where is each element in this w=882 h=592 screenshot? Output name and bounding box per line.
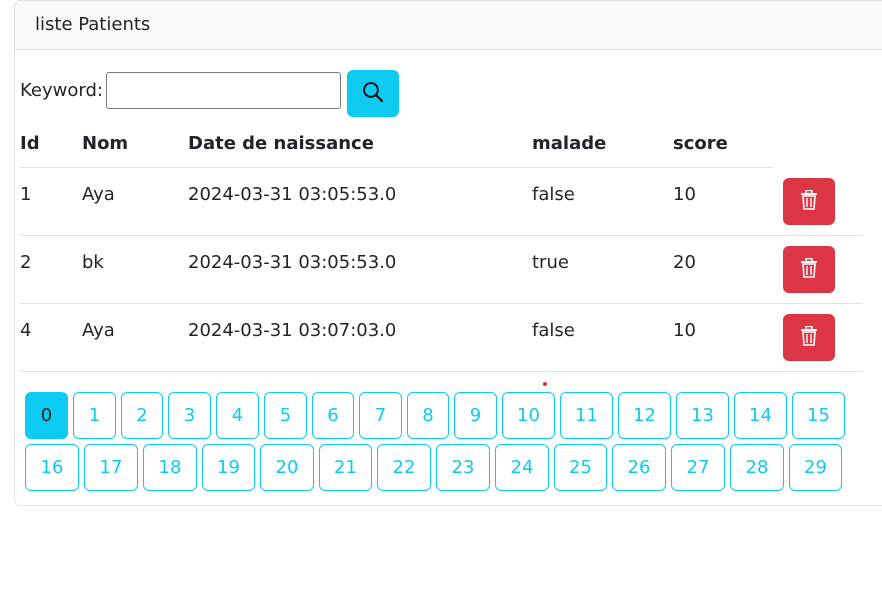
cell-id-text: 2: [20, 252, 32, 273]
cell-date-text: 2024-03-31 03:05:53.0: [188, 252, 397, 273]
cell-malade: false: [532, 303, 673, 372]
table-row: 4 Aya 2024-03-31 03:07:03.0 false 10: [20, 303, 863, 372]
cell-malade-text: false: [532, 184, 575, 205]
cell-id: 2: [20, 235, 82, 304]
cell-malade-text: true: [532, 252, 569, 273]
page-button-13[interactable]: 13: [676, 392, 729, 439]
cell-score-text: 20: [673, 252, 696, 273]
page-button-24[interactable]: 24: [495, 444, 549, 491]
cell-score: 20: [673, 235, 773, 304]
table-row: 1 Aya 2024-03-31 03:05:53.0 false 10: [20, 167, 863, 236]
page-button-17[interactable]: 17: [84, 444, 138, 491]
page-button-1[interactable]: 1: [73, 392, 116, 439]
page-button-9[interactable]: 9: [454, 392, 497, 439]
cell-nom-text: Aya: [82, 184, 115, 205]
patients-table: Id Nom Date de naissance malade score 1 A…: [20, 120, 863, 372]
header-malade: malade: [532, 120, 673, 168]
cell-date-text: 2024-03-31 03:07:03.0: [188, 320, 397, 341]
table-header-row: Id Nom Date de naissance malade score: [20, 120, 863, 168]
page-button-21[interactable]: 21: [319, 444, 372, 491]
cell-id-text: 1: [20, 184, 32, 205]
cell-id: 4: [20, 303, 82, 372]
header-id: Id: [20, 120, 82, 168]
delete-button[interactable]: [783, 177, 835, 225]
page-button-4[interactable]: 4: [216, 392, 259, 439]
cell-nom-text: bk: [82, 252, 104, 273]
page-button-19[interactable]: 19: [202, 444, 255, 491]
page-button-15[interactable]: 15: [792, 392, 845, 439]
page-button-27[interactable]: 27: [671, 444, 725, 491]
cell-score: 10: [673, 303, 773, 372]
page-button-25[interactable]: 25: [554, 444, 607, 491]
card-header: liste Patients: [15, 1, 882, 50]
header-actions: [773, 120, 863, 168]
cell-id: 1: [20, 167, 82, 236]
keyword-input[interactable]: [106, 72, 341, 109]
cell-actions: [773, 235, 863, 304]
page-button-0[interactable]: 0: [25, 392, 68, 439]
trash-icon: [800, 257, 818, 281]
cell-date: 2024-03-31 03:07:03.0: [188, 303, 532, 372]
cell-malade: false: [532, 167, 673, 236]
cell-score-text: 10: [673, 184, 696, 205]
cell-id-text: 4: [20, 320, 32, 341]
page-button-12[interactable]: 12: [618, 392, 671, 439]
page-button-16[interactable]: 16: [25, 444, 79, 491]
page-button-26[interactable]: 26: [612, 444, 666, 491]
cell-date: 2024-03-31 03:05:53.0: [188, 167, 532, 236]
page-button-28[interactable]: 28: [730, 444, 784, 491]
cell-score-text: 10: [673, 320, 696, 341]
delete-button[interactable]: [783, 246, 835, 293]
pagination-row: 16 17 18 19 20 21 22 23 24 25 26 27 28 29: [25, 444, 865, 491]
cell-date-text: 2024-03-31 03:05:53.0: [188, 184, 397, 205]
page-button-6[interactable]: 6: [312, 392, 354, 439]
table-row: 2 bk 2024-03-31 03:05:53.0 true 20: [20, 235, 863, 304]
cell-actions: [773, 303, 863, 372]
cell-malade-text: false: [532, 320, 575, 341]
page-button-14[interactable]: 14: [734, 392, 787, 439]
page-button-2[interactable]: 2: [121, 392, 163, 439]
page-button-3[interactable]: 3: [168, 392, 211, 439]
cell-nom-text: Aya: [82, 320, 115, 341]
page-button-29[interactable]: 29: [789, 444, 842, 491]
cell-nom: Aya: [82, 303, 188, 372]
page-button-23[interactable]: 23: [436, 444, 490, 491]
trash-icon: [800, 189, 818, 213]
page-button-5[interactable]: 5: [264, 392, 307, 439]
page-button-8[interactable]: 8: [407, 392, 449, 439]
page-button-18[interactable]: 18: [143, 444, 197, 491]
search-button[interactable]: [347, 70, 399, 117]
pagination-row: 0 1 2 3 4 5 6 7 8 9 10 11 12 13 14 15: [25, 392, 865, 439]
page-button-7[interactable]: 7: [359, 392, 402, 439]
cell-date: 2024-03-31 03:05:53.0: [188, 235, 532, 304]
cell-score: 10: [673, 167, 773, 236]
cell-nom: Aya: [82, 167, 188, 236]
trash-icon: [800, 325, 818, 349]
red-dot: [543, 382, 547, 386]
cell-actions: [773, 167, 863, 236]
page-button-11[interactable]: 11: [560, 392, 613, 439]
page-button-10[interactable]: 10: [502, 392, 555, 439]
cell-malade: true: [532, 235, 673, 304]
cell-nom: bk: [82, 235, 188, 304]
pagination: 0 1 2 3 4 5 6 7 8 9 10 11 12 13 14 15 16 17 18 19 20 21 22 23 2…: [25, 392, 865, 496]
keyword-label: Keyword:: [20, 80, 103, 101]
search-icon: [362, 81, 384, 106]
header-date: Date de naissance: [188, 120, 532, 168]
delete-button[interactable]: [783, 314, 835, 361]
page-button-22[interactable]: 22: [377, 444, 431, 491]
page-button-20[interactable]: 20: [260, 444, 314, 491]
header-nom: Nom: [82, 120, 188, 168]
header-score: score: [673, 120, 773, 168]
